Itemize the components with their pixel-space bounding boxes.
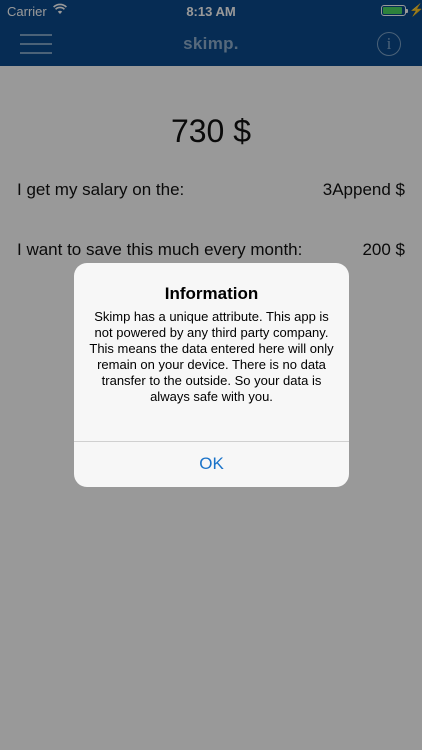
info-alert-dialog: Information Skimp has a unique attribute… bbox=[74, 263, 349, 487]
alert-title: Information bbox=[164, 284, 259, 303]
alert-message: Skimp has a unique attribute. This app i… bbox=[89, 309, 334, 404]
ok-button[interactable]: OK bbox=[74, 442, 349, 487]
